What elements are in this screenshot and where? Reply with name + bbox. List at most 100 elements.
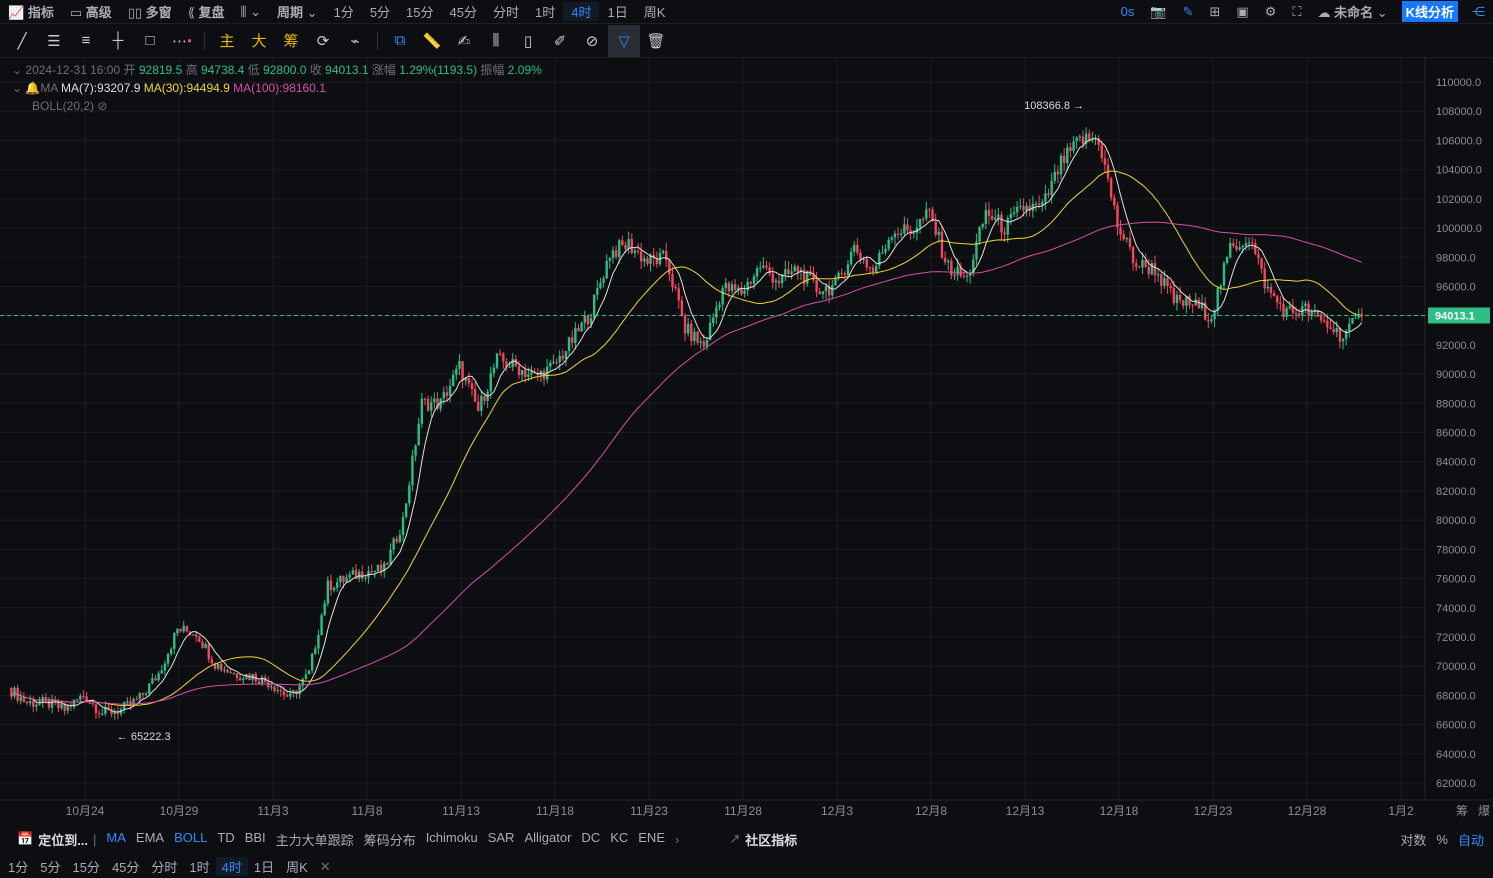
- indicator-ema[interactable]: EMA: [131, 830, 169, 849]
- candle-body: [1069, 147, 1072, 152]
- big-order-button[interactable]: 大: [243, 25, 275, 57]
- more-tools-icon[interactable]: ⋯ ●: [166, 25, 198, 57]
- indicator-dc[interactable]: DC: [576, 830, 605, 849]
- period-dropdown[interactable]: 周期 ⌄: [269, 2, 326, 21]
- bottom-period[interactable]: 45分: [106, 857, 145, 876]
- more-indicators-icon[interactable]: ›: [670, 832, 684, 847]
- rectangle-icon[interactable]: □: [134, 25, 166, 57]
- main-force-button[interactable]: 主: [211, 25, 243, 57]
- popup-icon[interactable]: ▣: [1228, 4, 1256, 20]
- period-1h[interactable]: 1时: [527, 2, 563, 21]
- sync-drawing-icon[interactable]: ⟳: [307, 25, 339, 57]
- candle-body: [1279, 302, 1282, 304]
- replay-menu[interactable]: ⟪ 复盘: [180, 2, 233, 21]
- period-5m[interactable]: 5分: [362, 2, 398, 21]
- locate-button[interactable]: 定位到...: [38, 830, 88, 849]
- legend-boll[interactable]: BOLL(20,2): [32, 99, 94, 113]
- bottom-period[interactable]: 4时: [215, 857, 248, 876]
- advanced-menu[interactable]: ▭ 高级: [62, 2, 120, 21]
- bookmark-icon[interactable]: ⧉: [384, 25, 416, 57]
- multi-window-menu[interactable]: ▯▯ 多窗: [120, 2, 180, 21]
- candle-body: [210, 659, 214, 664]
- legend-change: 1.29%(1193.5): [399, 63, 478, 77]
- note-icon[interactable]: ✐: [544, 25, 576, 57]
- percent-scale-button[interactable]: %: [1431, 832, 1453, 847]
- candle-body: [376, 564, 380, 571]
- indicator-td[interactable]: TD: [212, 830, 239, 849]
- horizontal-line-icon[interactable]: ┼: [102, 25, 134, 57]
- candle-body: [1088, 133, 1091, 141]
- bottom-period[interactable]: 1日: [248, 857, 280, 876]
- bottom-period[interactable]: 1时: [183, 857, 215, 876]
- lock-icon[interactable]: ▯: [512, 25, 544, 57]
- period-1w[interactable]: 周K: [636, 2, 674, 21]
- bottom-period[interactable]: 15分: [66, 857, 105, 876]
- close-icon[interactable]: ✕: [314, 859, 337, 875]
- brush-icon[interactable]: ✍: [448, 25, 480, 57]
- legend-ma7: MA(7):93207.9: [61, 81, 141, 95]
- pen-icon[interactable]: ✎: [1175, 4, 1202, 20]
- indicator-alligator[interactable]: Alligator: [519, 830, 576, 849]
- parallel-lines-icon[interactable]: ☰: [38, 25, 70, 57]
- y-tick-label: 62000.0: [1436, 778, 1476, 790]
- auto-scale-button[interactable]: 自动: [1453, 830, 1489, 849]
- period-1d[interactable]: 1日: [599, 2, 635, 21]
- settings-icon[interactable]: ⚙: [1257, 4, 1285, 20]
- candle-body: [896, 233, 900, 235]
- candle-body: [154, 678, 157, 681]
- candle-body: [1263, 268, 1266, 289]
- candle-body: [1012, 212, 1016, 214]
- chip-button[interactable]: 筹: [275, 25, 307, 57]
- bottom-period[interactable]: 1分: [2, 857, 34, 876]
- chart-type-icon[interactable]: ⫼ ⌄: [233, 4, 270, 20]
- fullscreen-icon[interactable]: ⛶: [1284, 4, 1309, 20]
- hidden-eye-icon[interactable]: ⊘: [97, 99, 107, 113]
- y-tick-label: 92000.0: [1436, 340, 1476, 352]
- indicator-主力大单跟踪[interactable]: 主力大单跟踪: [271, 830, 359, 849]
- period-4h[interactable]: 4时: [563, 2, 600, 21]
- trendline-icon[interactable]: ╱: [6, 25, 38, 57]
- trash-icon[interactable]: 🗑: [640, 25, 672, 57]
- bottom-period[interactable]: 分时: [145, 857, 183, 876]
- indicator-kc[interactable]: KC: [605, 830, 633, 849]
- candle-body: [223, 669, 226, 671]
- bottom-period[interactable]: 5分: [34, 857, 66, 876]
- add-frame-icon[interactable]: ⊞: [1201, 4, 1228, 20]
- kline-analysis-button[interactable]: K线分析: [1401, 1, 1458, 22]
- bottom-period[interactable]: 周K: [280, 857, 314, 876]
- indicator-ichimoku[interactable]: Ichimoku: [421, 830, 483, 849]
- ruler-icon[interactable]: 📏: [416, 25, 448, 57]
- indicator-ma[interactable]: MA: [101, 830, 131, 849]
- period-15m[interactable]: 15分: [398, 2, 441, 21]
- log-scale-button[interactable]: 对数: [1395, 830, 1431, 849]
- candle-body: [35, 704, 38, 707]
- candle-body: [94, 704, 98, 714]
- magnet-icon[interactable]: ⌁: [339, 25, 371, 57]
- attach-icon[interactable]: ⊘: [576, 25, 608, 57]
- candle-body: [608, 258, 612, 261]
- period-1m[interactable]: 1分: [326, 2, 362, 21]
- candle-body: [57, 702, 60, 709]
- indicator-bbi[interactable]: BBI: [240, 830, 271, 849]
- candles-icon[interactable]: ⫼: [480, 25, 512, 57]
- community-indicators[interactable]: 社区指标: [745, 830, 797, 849]
- indicator-boll[interactable]: BOLL: [169, 830, 212, 849]
- layout-dropdown[interactable]: ☁ 未命名 ⌄: [1309, 2, 1395, 21]
- indicator-筹码分布[interactable]: 筹码分布: [359, 830, 421, 849]
- candlestick-chart[interactable]: 62000.0 64000.0 66000.0 68000.0 70000.0 72000…: [0, 58, 1493, 825]
- candle-body: [1354, 317, 1357, 319]
- filter-icon[interactable]: ▽: [608, 24, 640, 57]
- camera-icon[interactable]: 📷: [1142, 4, 1174, 20]
- indicator-menu[interactable]: 📈 指标: [0, 2, 62, 21]
- candle-body: [1037, 203, 1041, 205]
- period-timeline[interactable]: 分时: [485, 2, 527, 21]
- candle-body: [718, 304, 721, 308]
- candle-body: [712, 317, 715, 324]
- fib-lines-icon[interactable]: ≡: [70, 25, 102, 57]
- indicator-ene[interactable]: ENE: [633, 830, 670, 849]
- calendar-icon[interactable]: 📅: [12, 831, 38, 847]
- indicator-sar[interactable]: SAR: [483, 830, 520, 849]
- period-45m[interactable]: 45分: [442, 2, 485, 21]
- share-icon[interactable]: ⋲: [1464, 4, 1493, 20]
- candle-body: [220, 663, 223, 670]
